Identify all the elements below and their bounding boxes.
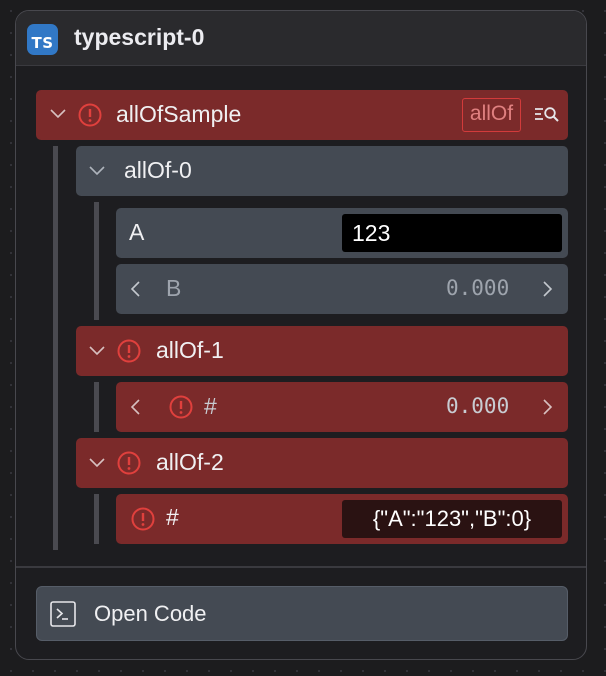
tree-guide bbox=[53, 146, 58, 550]
chevron-left-icon[interactable] bbox=[129, 398, 141, 416]
node-panel: TS typescript-0 allOfSample allOf allOf-… bbox=[15, 10, 587, 660]
allof-2-field-row: # {"A":"123","B":0} bbox=[116, 494, 568, 544]
allof-1-field-value[interactable]: 0.000 bbox=[446, 394, 509, 418]
node-title: typescript-0 bbox=[74, 24, 205, 50]
tree-guide bbox=[94, 494, 99, 544]
allof-1-label: allOf-1 bbox=[156, 337, 224, 363]
field-a-input[interactable]: 123 bbox=[342, 214, 562, 252]
allof-2-label: allOf-2 bbox=[156, 449, 224, 475]
error-icon bbox=[169, 395, 193, 419]
error-icon bbox=[78, 103, 102, 127]
chevron-down-icon[interactable] bbox=[88, 345, 106, 357]
error-icon bbox=[131, 507, 155, 531]
open-code-button[interactable]: Open Code bbox=[36, 586, 568, 641]
allof-0-row[interactable]: allOf-0 bbox=[76, 146, 568, 196]
search-list-icon[interactable] bbox=[534, 104, 560, 126]
field-a-row: A 123 bbox=[116, 208, 568, 258]
field-b-label: B bbox=[166, 275, 182, 301]
allof-1-field-row[interactable]: # 0.000 bbox=[116, 382, 568, 432]
root-row[interactable]: allOfSample allOf bbox=[36, 90, 568, 140]
chevron-right-icon[interactable] bbox=[542, 398, 554, 416]
allof-1-field-label: # bbox=[204, 393, 217, 419]
allof-2-row[interactable]: allOf-2 bbox=[76, 438, 568, 488]
chevron-down-icon[interactable] bbox=[49, 108, 67, 120]
field-a-label: A bbox=[129, 219, 145, 245]
chevron-left-icon[interactable] bbox=[129, 280, 141, 298]
typescript-icon: TS bbox=[27, 24, 58, 55]
chevron-right-icon[interactable] bbox=[542, 280, 554, 298]
field-b-value[interactable]: 0.000 bbox=[446, 276, 509, 300]
allof-1-row[interactable]: allOf-1 bbox=[76, 326, 568, 376]
chevron-down-icon[interactable] bbox=[88, 457, 106, 469]
allof-2-field-label: # bbox=[166, 504, 179, 530]
root-label: allOfSample bbox=[116, 101, 242, 127]
error-icon bbox=[117, 339, 141, 363]
chevron-down-icon[interactable] bbox=[88, 165, 106, 177]
tree-guide bbox=[94, 382, 99, 432]
error-icon bbox=[117, 451, 141, 475]
footer-divider bbox=[16, 566, 586, 568]
allof-0-label: allOf-0 bbox=[124, 157, 192, 183]
node-header[interactable]: TS typescript-0 bbox=[16, 11, 586, 66]
tree-guide bbox=[94, 202, 99, 320]
field-b-row[interactable]: B 0.000 bbox=[116, 264, 568, 314]
allof-2-json-input[interactable]: {"A":"123","B":0} bbox=[342, 500, 562, 538]
allof-tag[interactable]: allOf bbox=[462, 98, 521, 132]
open-code-label: Open Code bbox=[94, 601, 207, 626]
terminal-icon bbox=[50, 601, 76, 627]
